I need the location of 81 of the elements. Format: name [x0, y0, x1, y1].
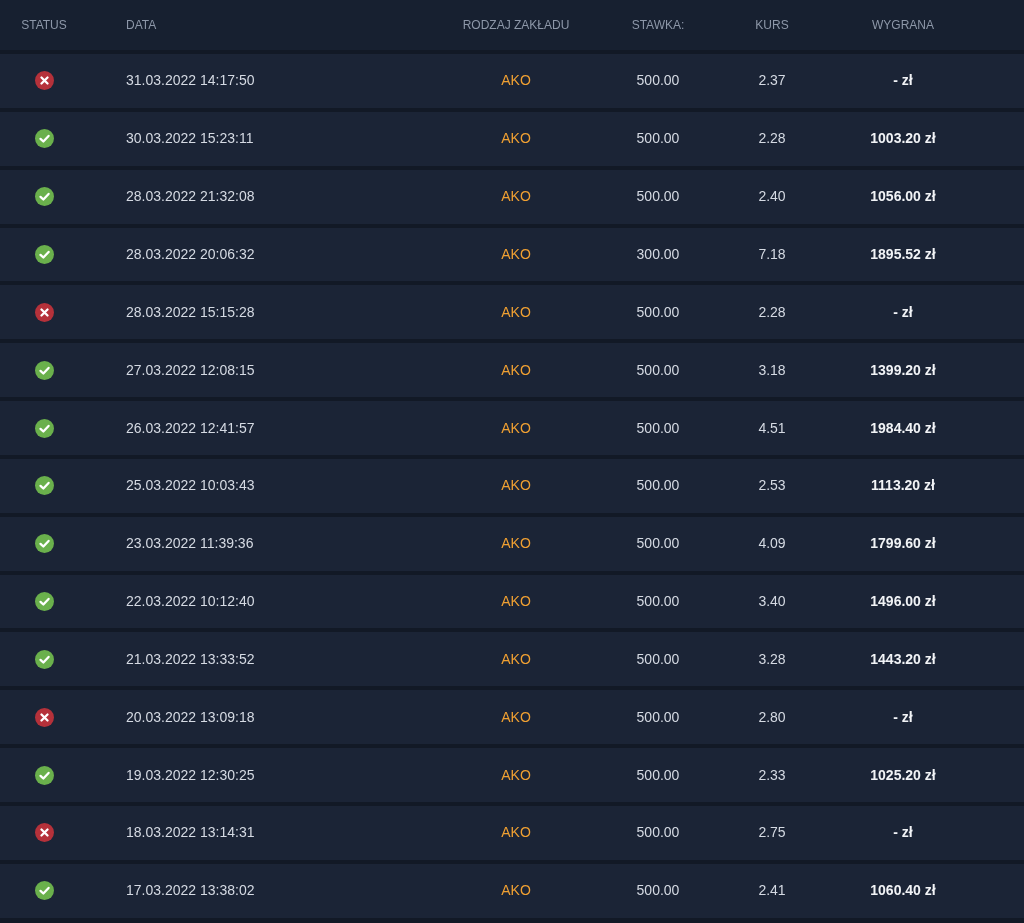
- date-cell-text: 17.03.2022 13:38:02: [125, 881, 255, 901]
- column-header: DATA: [125, 17, 157, 34]
- odds-cell-text: 3.28: [758, 649, 786, 669]
- bet-type-cell-text: AKO: [501, 881, 531, 901]
- date-cell-text: 28.03.2022 20:06:32: [125, 244, 255, 264]
- stake-cell-text: 500.00: [636, 649, 680, 669]
- bet-type-cell-text: AKO: [501, 302, 531, 322]
- stake-cell-text: 500.00: [636, 129, 680, 149]
- bet-type-cell-text: AKO: [501, 418, 531, 438]
- odds-cell-text: 2.53: [758, 476, 786, 496]
- winnings-cell-text: 1056.00 zł: [870, 187, 936, 207]
- odds-cell-text: 4.51: [758, 418, 786, 438]
- stake-cell-text: 300.00: [636, 244, 680, 264]
- date-cell-text: 28.03.2022 21:32:08: [125, 187, 255, 207]
- date-cell-text: 25.03.2022 10:03:43: [125, 476, 255, 496]
- bet-type-cell-text: AKO: [501, 187, 531, 207]
- winnings-cell-text: - zł: [893, 823, 913, 843]
- winnings-cell-text: 1060.40 zł: [870, 881, 936, 901]
- winnings-cell-text: 1984.40 zł: [870, 418, 936, 438]
- stake-cell-text: 500.00: [636, 823, 680, 843]
- date-cell-text: 23.03.2022 11:39:36: [125, 534, 254, 554]
- odds-cell-text: 2.75: [758, 823, 786, 843]
- stake-cell-text: 500.00: [636, 418, 680, 438]
- date-cell-text: 21.03.2022 13:33:52: [125, 649, 255, 669]
- bet-type-cell-text: AKO: [501, 649, 531, 669]
- date-cell-text: 22.03.2022 10:12:40: [125, 592, 255, 612]
- date-cell-text: 18.03.2022 13:14:31: [125, 823, 255, 843]
- date-cell-text: 28.03.2022 15:15:28: [125, 302, 255, 322]
- stake-cell-text: 500.00: [636, 360, 680, 380]
- winnings-cell-text: 1113.20 zł: [871, 476, 935, 496]
- odds-cell-text: 2.80: [758, 707, 786, 727]
- winnings-cell-text: - zł: [893, 71, 913, 91]
- column-header: KURS: [755, 17, 789, 34]
- column-header: STATUS: [21, 17, 67, 34]
- bet-type-cell-text: AKO: [501, 476, 531, 496]
- stake-cell-text: 500.00: [636, 71, 680, 91]
- stake-cell-text: 500.00: [636, 707, 680, 727]
- bet-type-cell-text: AKO: [501, 129, 531, 149]
- winnings-cell-text: 1025.20 zł: [870, 765, 936, 785]
- date-cell-text: 30.03.2022 15:23:11: [125, 129, 254, 149]
- winnings-cell-text: - zł: [893, 707, 913, 727]
- odds-cell-text: 2.33: [758, 765, 786, 785]
- odds-cell-text: 3.18: [758, 360, 786, 380]
- bet-type-cell-text: AKO: [501, 823, 531, 843]
- date-cell-text: 31.03.2022 14:17:50: [125, 71, 255, 91]
- odds-cell-text: 7.18: [758, 244, 786, 264]
- odds-cell-text: 2.28: [758, 129, 786, 149]
- odds-cell-text: 4.09: [758, 534, 786, 554]
- bet-type-cell-text: AKO: [501, 360, 531, 380]
- date-cell-text: 19.03.2022 12:30:25: [125, 765, 255, 785]
- date-cell-text: 20.03.2022 13:09:18: [125, 707, 255, 727]
- winnings-cell-text: 1799.60 zł: [870, 534, 936, 554]
- bet-type-cell-text: AKO: [501, 244, 531, 264]
- date-cell-text: 27.03.2022 12:08:15: [125, 360, 255, 380]
- bet-type-cell-text: AKO: [501, 592, 531, 612]
- winnings-cell-text: 1399.20 zł: [870, 360, 936, 380]
- stake-cell-text: 500.00: [636, 881, 680, 901]
- bet-type-cell-text: AKO: [501, 71, 531, 91]
- stake-cell-text: 500.00: [636, 592, 680, 612]
- bet-type-cell-text: AKO: [501, 765, 531, 785]
- stake-cell-text: 500.00: [636, 302, 680, 322]
- winnings-cell-text: - zł: [893, 302, 913, 322]
- stake-cell-text: 500.00: [636, 476, 680, 496]
- column-header: RODZAJ ZAKŁADU: [462, 17, 570, 34]
- winnings-cell-text: 1895.52 zł: [870, 244, 936, 264]
- odds-cell-text: 2.37: [758, 71, 786, 91]
- odds-cell-text: 2.40: [758, 187, 786, 207]
- winnings-cell-text: 1496.00 zł: [870, 592, 936, 612]
- odds-cell-text: 2.28: [758, 302, 786, 322]
- column-header: WYGRANA: [872, 17, 934, 34]
- winnings-cell-text: 1003.20 zł: [870, 129, 936, 149]
- bet-type-cell-text: AKO: [501, 534, 531, 554]
- column-header: STAWKA:: [631, 17, 685, 34]
- stake-cell-text: 500.00: [636, 765, 680, 785]
- odds-cell-text: 2.41: [758, 881, 786, 901]
- odds-cell-text: 3.40: [758, 592, 786, 612]
- winnings-cell-text: 1443.20 zł: [870, 649, 936, 669]
- date-cell-text: 26.03.2022 12:41:57: [125, 418, 255, 438]
- stake-cell-text: 500.00: [636, 534, 680, 554]
- bet-type-cell-text: AKO: [501, 707, 531, 727]
- stake-cell-text: 500.00: [636, 187, 680, 207]
